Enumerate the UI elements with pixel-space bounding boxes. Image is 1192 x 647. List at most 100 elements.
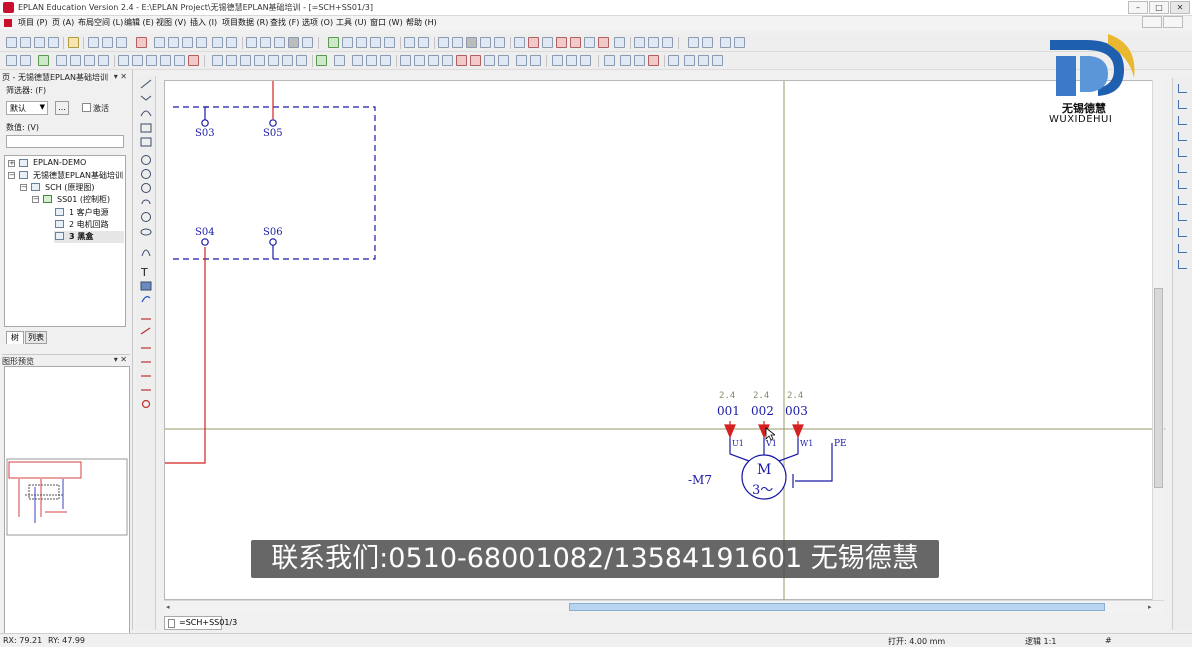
- vertical-scrollbar[interactable]: [1152, 80, 1164, 600]
- fullscreen-icon[interactable]: [702, 37, 713, 48]
- hatch-b-icon[interactable]: [566, 55, 577, 66]
- tree-item-page-3[interactable]: 3 黑盒: [69, 231, 93, 242]
- page-prop-icon[interactable]: [20, 55, 31, 66]
- menu-find[interactable]: 查找 (F): [270, 17, 299, 28]
- page-layout-icon[interactable]: [288, 37, 299, 48]
- device-b-icon[interactable]: [132, 55, 143, 66]
- tee-right-icon[interactable]: [1178, 180, 1187, 189]
- cable-a-icon[interactable]: [334, 55, 345, 66]
- tee-left-icon[interactable]: [1178, 196, 1187, 205]
- text-a-icon[interactable]: [634, 37, 645, 48]
- save-icon[interactable]: [34, 37, 45, 48]
- menu-view[interactable]: 视图 (V): [156, 17, 186, 28]
- grid-b-icon[interactable]: [452, 37, 463, 48]
- jump-b-icon[interactable]: [1178, 260, 1187, 269]
- corner-bl-icon[interactable]: [1178, 100, 1187, 109]
- corner-b-icon[interactable]: [684, 55, 695, 66]
- delete-icon[interactable]: [136, 37, 147, 48]
- corner-d-icon[interactable]: [712, 55, 723, 66]
- snap-hash-icon[interactable]: [542, 37, 553, 48]
- box-f-icon[interactable]: [282, 55, 293, 66]
- box-a-icon[interactable]: [212, 55, 223, 66]
- branch-a-icon[interactable]: [1178, 212, 1187, 221]
- grid-a-icon[interactable]: [438, 37, 449, 48]
- cable-c-icon[interactable]: [366, 55, 377, 66]
- undo-list-icon[interactable]: [212, 37, 223, 48]
- grid-e-icon[interactable]: [494, 37, 505, 48]
- tee-down-icon[interactable]: [1178, 148, 1187, 157]
- cross-ref-2[interactable]: 2.4: [753, 391, 769, 401]
- panel-close-icon[interactable]: ▾ ✕: [114, 72, 127, 81]
- arrow-up-icon[interactable]: [604, 55, 615, 66]
- tree-toggle[interactable]: −: [32, 196, 39, 203]
- check-icon[interactable]: [154, 37, 165, 48]
- conn-b-icon[interactable]: [70, 55, 81, 66]
- refresh-icon[interactable]: [328, 37, 339, 48]
- zoom-fit-icon[interactable]: [384, 37, 395, 48]
- tree-toggle[interactable]: −: [8, 172, 15, 179]
- box-c-icon[interactable]: [240, 55, 251, 66]
- plugin-icon[interactable]: [38, 55, 49, 66]
- cross-ref-1[interactable]: 2.4: [719, 391, 735, 401]
- minimize-button[interactable]: –: [1128, 1, 1148, 14]
- plc-b-icon[interactable]: [530, 55, 541, 66]
- print-icon[interactable]: [48, 37, 59, 48]
- hatch-c-icon[interactable]: [580, 55, 591, 66]
- cut-icon[interactable]: [88, 37, 99, 48]
- corner-tl-icon[interactable]: [1178, 84, 1187, 93]
- rss-icon[interactable]: [648, 37, 659, 48]
- tee-up-icon[interactable]: [1178, 164, 1187, 173]
- snap-object-icon[interactable]: [528, 37, 539, 48]
- maximize-button[interactable]: □: [1149, 1, 1169, 14]
- cross-ref-3[interactable]: 2.4: [787, 391, 803, 401]
- filter-more-button[interactable]: ...: [55, 101, 69, 115]
- term-h-icon[interactable]: [498, 55, 509, 66]
- back-icon[interactable]: [404, 37, 415, 48]
- menu-project-data[interactable]: 项目数据 (R): [222, 17, 268, 28]
- tree-item-training-project[interactable]: 无锡德慧EPLAN基础培训: [33, 170, 123, 181]
- page-next-icon[interactable]: [274, 37, 285, 48]
- zoom-window-icon[interactable]: [342, 37, 353, 48]
- tree-item-page-1[interactable]: 1 客户电源: [69, 207, 109, 218]
- snap-grid-icon[interactable]: [514, 37, 525, 48]
- table-icon[interactable]: [302, 37, 313, 48]
- doc-menu-icon[interactable]: [4, 19, 12, 27]
- potential-icon[interactable]: [316, 55, 327, 66]
- check2-icon[interactable]: [168, 37, 179, 48]
- redo-icon[interactable]: [196, 37, 207, 48]
- arrow-v-icon[interactable]: [620, 55, 631, 66]
- schematic-canvas[interactable]: S03 S05 S04 S06 2.4 2.4 2.4 001 002 003 …: [164, 80, 1165, 601]
- input-assist-icon[interactable]: [556, 37, 567, 48]
- term-g-icon[interactable]: [484, 55, 495, 66]
- doc-restore-button[interactable]: [1163, 16, 1183, 28]
- term-b-icon[interactable]: [414, 55, 425, 66]
- menu-layout-space[interactable]: 布局空间 (L): [78, 17, 123, 28]
- motor-tag[interactable]: -M7: [688, 473, 712, 487]
- menu-edit[interactable]: 编辑 (E): [124, 17, 154, 28]
- layer-icon[interactable]: [584, 37, 595, 48]
- branch-b-icon[interactable]: [1178, 228, 1187, 237]
- cart-icon[interactable]: [720, 37, 731, 48]
- box-g-icon[interactable]: [296, 55, 307, 66]
- undo-icon[interactable]: [182, 37, 193, 48]
- device-c-icon[interactable]: [146, 55, 157, 66]
- device-f-icon[interactable]: [188, 55, 199, 66]
- corner-br-icon[interactable]: [1178, 116, 1187, 125]
- box-e-icon[interactable]: [268, 55, 279, 66]
- frame-icon[interactable]: [614, 37, 625, 48]
- tree-toggle[interactable]: −: [20, 184, 27, 191]
- corner-tr-icon[interactable]: [1178, 132, 1187, 141]
- plc-a-icon[interactable]: [516, 55, 527, 66]
- menu-project[interactable]: 项目 (P): [18, 17, 48, 28]
- box-d-icon[interactable]: [254, 55, 265, 66]
- grid-d-icon[interactable]: [480, 37, 491, 48]
- tree-item-sch[interactable]: SCH (原理图): [45, 182, 94, 193]
- tree-item-page-2[interactable]: 2 电机回路: [69, 219, 109, 230]
- paste-icon[interactable]: [116, 37, 127, 48]
- forward-icon[interactable]: [418, 37, 429, 48]
- zoom-in-icon[interactable]: [356, 37, 367, 48]
- arrow-h-icon[interactable]: [634, 55, 645, 66]
- term-c-icon[interactable]: [428, 55, 439, 66]
- page-tab[interactable]: =SCH+SS01/3: [164, 616, 237, 630]
- conn-c-icon[interactable]: [84, 55, 95, 66]
